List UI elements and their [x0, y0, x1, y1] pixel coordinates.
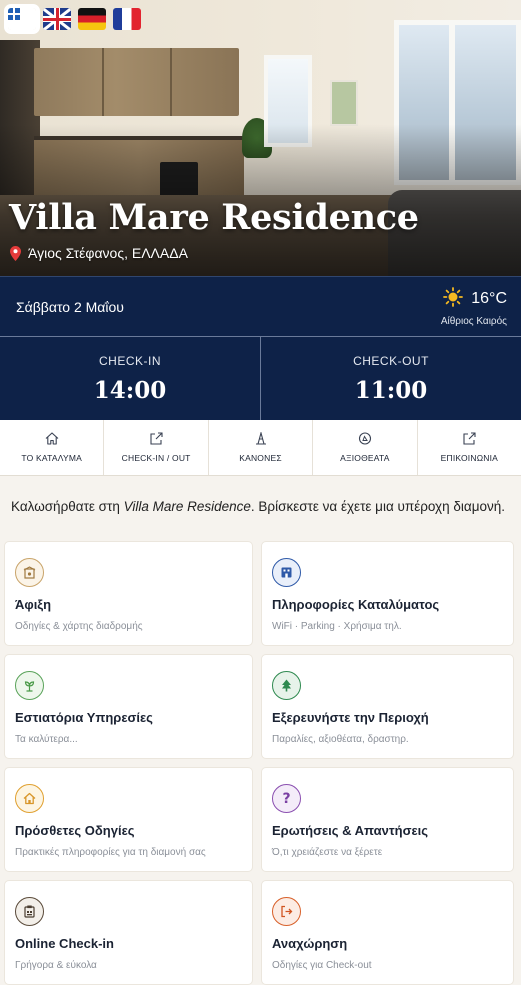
card-subtitle: Γρήγορα & εύκολα: [15, 960, 97, 971]
property-title: Villa Mare Residence: [9, 197, 419, 238]
weather-condition: Αίθριος Καιρός: [440, 315, 507, 327]
check-out-label: CHECK-OUT: [353, 353, 429, 368]
nav-item-checkin-out[interactable]: CHECK-IN / OUT: [103, 420, 207, 475]
card-arrival[interactable]: Άφιξη Οδηγίες & χάρτης διαδρομής: [4, 541, 253, 646]
card-title: Άφιξη: [15, 597, 52, 612]
check-in-time: 14:00: [93, 376, 167, 404]
house-icon: [15, 784, 44, 813]
departure-icon: [272, 897, 301, 926]
card-additional-guidelines[interactable]: Πρόσθετες Οδηγίες Πρακτικές πληροφορίες …: [4, 767, 253, 872]
nav-item-label: ΑΞΙΟΘΕΑΤΑ: [340, 453, 390, 463]
nav-item-label: CHECK-IN / OUT: [121, 453, 191, 463]
welcome-suffix: . Βρίσκεστε να έχετε μια υπέροχη διαμονή…: [250, 499, 506, 514]
tree-icon: [272, 671, 301, 700]
nav-item-property[interactable]: ΤΟ ΚΑΤΑΛΥΜΑ: [0, 420, 103, 475]
check-out-time: 11:00: [354, 376, 428, 404]
card-subtitle: Ό,τι χρειάζεστε να ξέρετε: [272, 847, 383, 858]
share-arrow-icon: [150, 432, 163, 445]
card-title: Ερωτήσεις & Απαντήσεις: [272, 823, 429, 838]
rules-icon: [255, 432, 266, 445]
card-title: Πληροφορίες Καταλύματος: [272, 597, 440, 612]
nav-item-attractions[interactable]: ΑΞΙΟΘΕΑΤΑ: [312, 420, 416, 475]
nav-item-rules[interactable]: ΚΑΝΟΝΕΣ: [207, 420, 312, 475]
building-icon: [272, 558, 301, 587]
card-faq[interactable]: ? Ερωτήσεις & Απαντήσεις Ό,τι χρειάζεστε…: [261, 767, 514, 872]
sun-icon: [443, 286, 464, 312]
welcome-message: Καλωσήρθατε στη Villa Mare Residence. Βρ…: [0, 476, 521, 516]
plant-icon: [15, 671, 44, 700]
card-subtitle: WiFi · Parking · Χρήσιμα τηλ.: [272, 621, 402, 632]
hero-banner: Villa Mare Residence Άγιος Στέφανος, ΕΛΛ…: [0, 0, 521, 276]
check-times: CHECK-IN 14:00 CHECK-OUT 11:00: [0, 336, 521, 420]
weather-bar: Σάββατο 2 Μαΐου 16°C Αίθριος Καιρός: [0, 276, 521, 336]
map-pin-icon: [10, 245, 21, 261]
france-flag-icon[interactable]: [113, 8, 141, 30]
nav-item-label: ΚΑΝΟΝΕΣ: [239, 453, 282, 463]
uk-flag-icon[interactable]: [43, 8, 71, 30]
card-title: Αναχώρηση: [272, 936, 348, 951]
check-in-box: CHECK-IN 14:00: [0, 337, 260, 420]
card-subtitle: Παραλίες, αξιοθέατα, δραστηρ.: [272, 734, 409, 745]
welcome-prefix: Καλωσήρθατε στη: [11, 499, 124, 514]
card-online-checkin[interactable]: Online Check-in Γρήγορα & εύκολα: [4, 880, 253, 985]
location-text: Άγιος Στέφανος, ΕΛΛΑΔΑ: [28, 245, 188, 261]
card-property-info[interactable]: Πληροφορίες Καταλύματος WiFi · Parking ·…: [261, 541, 514, 646]
nav-item-label: ΤΟ ΚΑΤΑΛΥΜΑ: [21, 453, 83, 463]
check-in-label: CHECK-IN: [98, 353, 161, 368]
card-title: Πρόσθετες Οδηγίες: [15, 823, 135, 838]
attractions-icon: [358, 432, 371, 445]
card-subtitle: Οδηγίες για Check-out: [272, 960, 372, 971]
nav-item-contact[interactable]: ΕΠΙΚΟΙΝΩΝΙΑ: [416, 420, 521, 475]
question-icon: ?: [272, 784, 301, 813]
card-subtitle: Τα καλύτερα...: [15, 734, 78, 745]
card-explore-area[interactable]: Εξερευνήστε την Περιοχή Παραλίες, αξιοθέ…: [261, 654, 514, 759]
language-switcher: [4, 4, 141, 34]
contact-icon: [463, 432, 476, 445]
arrival-icon: [15, 558, 44, 587]
temperature: 16°C: [471, 290, 507, 307]
checkin-icon: [15, 897, 44, 926]
germany-flag-icon[interactable]: [78, 8, 106, 30]
card-restaurants[interactable]: Εστιατόρια Υπηρεσίες Τα καλύτερα...: [4, 654, 253, 759]
greece-flag-icon[interactable]: [4, 4, 40, 34]
card-departure[interactable]: Αναχώρηση Οδηγίες για Check-out: [261, 880, 514, 985]
card-title: Εστιατόρια Υπηρεσίες: [15, 710, 153, 725]
current-date: Σάββατο 2 Μαΐου: [16, 298, 124, 315]
home-icon: [45, 432, 59, 445]
card-subtitle: Πρακτικές πληροφορίες για τη διαμονή σας: [15, 847, 206, 858]
check-out-box: CHECK-OUT 11:00: [260, 337, 521, 420]
card-title: Εξερευνήστε την Περιοχή: [272, 710, 429, 725]
section-nav: ΤΟ ΚΑΤΑΛΥΜΑ CHECK-IN / OUT ΚΑΝΟΝΕΣ ΑΞΙΟΘ…: [0, 420, 521, 476]
nav-item-label: ΕΠΙΚΟΙΝΩΝΙΑ: [440, 453, 499, 463]
card-subtitle: Οδηγίες & χάρτης διαδρομής: [15, 621, 143, 632]
property-location: Άγιος Στέφανος, ΕΛΛΑΔΑ: [10, 245, 188, 261]
welcome-property-name: Villa Mare Residence: [123, 499, 251, 514]
card-title: Online Check-in: [15, 936, 114, 951]
info-cards-grid: Άφιξη Οδηγίες & χάρτης διαδρομής Πληροφο…: [4, 541, 517, 985]
